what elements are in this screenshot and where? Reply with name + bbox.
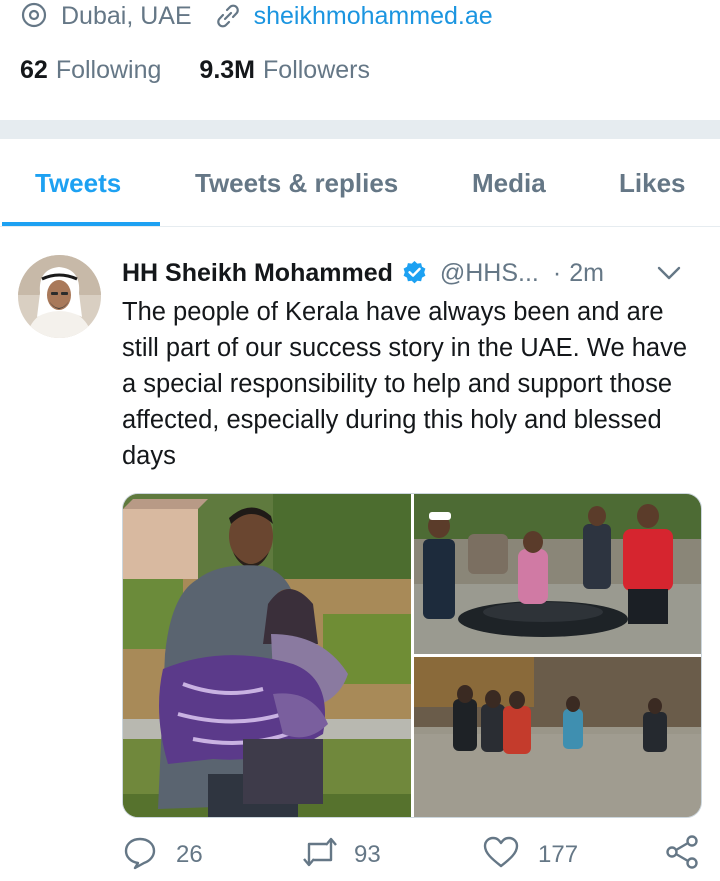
share-button[interactable] xyxy=(664,830,700,880)
photo-man-carrying-woman-floodwater[interactable] xyxy=(123,494,411,818)
location-pin-icon xyxy=(20,2,48,30)
tweet-timestamp[interactable]: 2m xyxy=(569,259,604,288)
reply-count: 26 xyxy=(176,841,203,868)
tweet-media-grid[interactable] xyxy=(122,493,702,818)
photo-people-wading-flood[interactable] xyxy=(414,657,702,818)
following-count: 62 xyxy=(20,56,48,84)
follow-stats: 62 Following 9.3M Followers xyxy=(20,56,370,85)
location-url-row: Dubai, UAE sheikhmohammed.ae xyxy=(20,0,493,32)
avatar[interactable] xyxy=(18,255,101,338)
retweet-count: 93 xyxy=(354,841,381,868)
followers-label: Followers xyxy=(263,56,370,84)
tab-tweets-replies[interactable]: Tweets & replies xyxy=(195,139,398,227)
profile-url-link[interactable]: sheikhmohammed.ae xyxy=(254,2,493,31)
followers-link[interactable]: 9.3M Followers xyxy=(199,56,370,85)
like-count: 177 xyxy=(538,841,579,868)
author-name[interactable]: HH Sheikh Mohammed xyxy=(122,259,393,288)
retweet-button[interactable]: 93 xyxy=(300,830,381,880)
photo-raft-rescue-crowd[interactable] xyxy=(414,494,702,654)
section-divider xyxy=(0,120,720,139)
tweet-text: The people of Kerala have always been an… xyxy=(122,298,688,470)
reply-button[interactable]: 26 xyxy=(122,830,203,880)
following-label: Following xyxy=(55,56,162,84)
active-tab-indicator xyxy=(2,222,160,226)
followers-count: 9.3M xyxy=(199,56,256,84)
share-icon xyxy=(664,834,700,877)
verified-badge-icon xyxy=(403,260,426,283)
author-handle[interactable]: @HHS... xyxy=(440,259,539,288)
retweet-icon xyxy=(300,834,340,877)
tweet-header: HH Sheikh Mohammed @HHS... · 2m xyxy=(122,256,702,290)
tab-tweets[interactable]: Tweets xyxy=(35,139,121,227)
profile-location: Dubai, UAE xyxy=(61,1,192,30)
profile-tabs: Tweets Tweets & replies Media Likes xyxy=(0,139,720,227)
like-button[interactable]: 177 xyxy=(482,830,578,880)
header-separator: · xyxy=(552,258,562,287)
tweet-actions: 26 93 177 xyxy=(0,830,720,880)
profile-meta: Dubai, UAE sheikhmohammed.ae 62 Following… xyxy=(0,0,720,120)
following-link[interactable]: 62 Following xyxy=(20,56,161,85)
like-icon xyxy=(482,834,520,877)
chevron-down-icon[interactable] xyxy=(654,258,684,295)
tweet[interactable]: HH Sheikh Mohammed @HHS... · 2m The peop… xyxy=(0,228,720,881)
reply-icon xyxy=(122,834,158,877)
tab-media[interactable]: Media xyxy=(472,139,546,227)
tab-likes[interactable]: Likes xyxy=(619,139,686,227)
link-icon xyxy=(214,2,242,30)
